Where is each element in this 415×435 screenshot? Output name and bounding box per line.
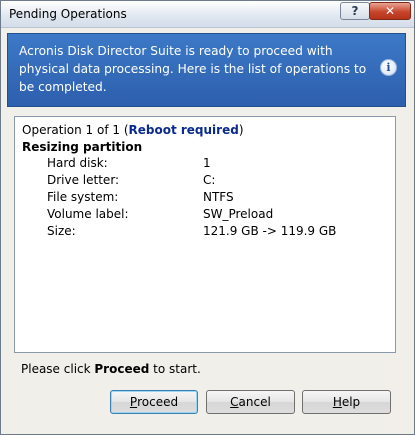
- detail-label: File system:: [47, 190, 119, 204]
- instruction-text: Please click Proceed to start.: [21, 362, 201, 376]
- operations-list[interactable]: Operation 1 of 1 (Reboot required) Resiz…: [14, 116, 396, 353]
- detail-value: NTFS: [203, 190, 234, 204]
- cancel-button[interactable]: Cancel: [206, 390, 295, 414]
- help-button[interactable]: Help: [302, 390, 391, 414]
- help-label: elp: [341, 395, 361, 409]
- window-title: Pending Operations: [9, 7, 127, 21]
- operation-counter-suffix: ): [238, 123, 244, 137]
- operation-counter: Operation 1 of 1 (Reboot required): [22, 123, 244, 137]
- detail-row-size: Size: 121.9 GB -> 119.9 GB: [47, 224, 387, 240]
- banner-message: Acronis Disk Director Suite is ready to …: [19, 44, 367, 94]
- help-title-button[interactable]: ?: [340, 2, 370, 20]
- info-banner: Acronis Disk Director Suite is ready to …: [7, 33, 406, 107]
- cancel-mnemonic: C: [230, 395, 239, 409]
- detail-value: 1: [203, 156, 211, 170]
- info-icon: i: [380, 59, 397, 76]
- detail-value: C:: [203, 173, 216, 187]
- operation-title: Resizing partition: [22, 140, 143, 154]
- detail-value: SW_Preload: [203, 207, 274, 221]
- close-button[interactable]: ✕: [369, 2, 411, 20]
- close-icon: ✕: [384, 4, 396, 18]
- detail-label: Volume label:: [47, 207, 129, 221]
- proceed-label: roceed: [137, 395, 179, 409]
- info-icon-glyph: i: [386, 61, 391, 74]
- cancel-label: ancel: [238, 395, 271, 409]
- instruction-prefix: Please click: [21, 362, 95, 376]
- detail-row-hard-disk: Hard disk: 1: [47, 156, 387, 172]
- detail-row-file-system: File system: NTFS: [47, 190, 387, 206]
- detail-row-volume-label: Volume label: SW_Preload: [47, 207, 387, 223]
- proceed-mnemonic: P: [129, 395, 138, 409]
- detail-row-drive-letter: Drive letter: C:: [47, 173, 387, 189]
- help-mnemonic: H: [332, 395, 342, 409]
- instruction-emphasis: Proceed: [94, 362, 150, 376]
- detail-value: 121.9 GB -> 119.9 GB: [203, 224, 337, 238]
- proceed-button[interactable]: Proceed: [110, 390, 198, 414]
- question-mark-icon: ?: [351, 4, 359, 18]
- title-bar[interactable]: Pending Operations ? ✕: [1, 1, 414, 28]
- detail-label: Size:: [47, 224, 76, 238]
- instruction-suffix: to start.: [149, 362, 201, 376]
- detail-label: Drive letter:: [47, 173, 120, 187]
- pending-operations-dialog: Pending Operations ? ✕ Acronis Disk Dire…: [0, 0, 415, 435]
- operation-counter-prefix: Operation 1 of 1 (: [22, 123, 129, 137]
- detail-label: Hard disk:: [47, 156, 108, 170]
- reboot-status: Reboot required: [128, 123, 239, 137]
